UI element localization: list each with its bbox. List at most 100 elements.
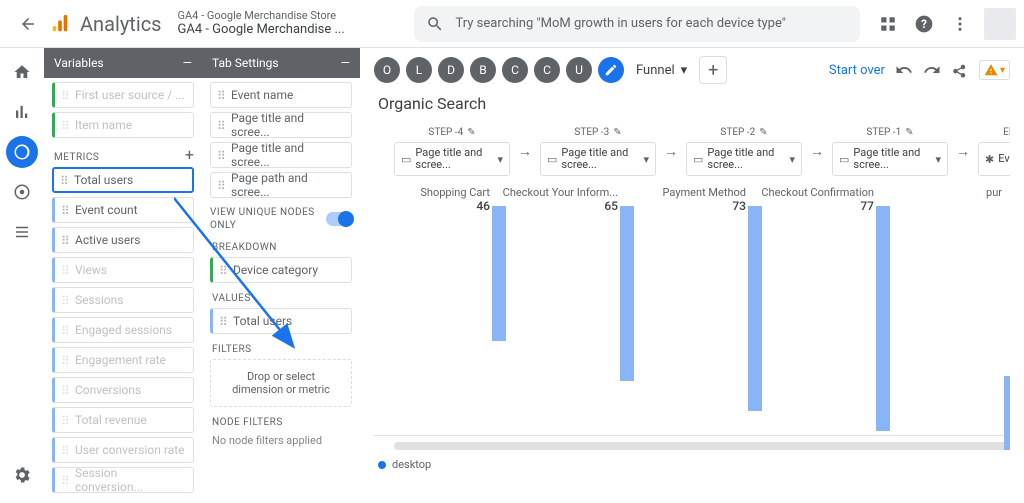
metric-chip[interactable]: ⠿Active users — [52, 227, 194, 253]
chevron-down-icon: ▾ — [643, 153, 649, 166]
funnel-bar: Shopping Cart46 — [374, 186, 502, 213]
arrow-right-icon: → — [518, 143, 532, 160]
unique-nodes-toggle[interactable] — [326, 212, 352, 226]
collapse-icon[interactable]: — — [183, 56, 192, 70]
metric-chip-total-users[interactable]: ⠿Total users — [52, 167, 194, 193]
add-tab-button[interactable]: + — [699, 56, 727, 84]
page-icon: ▭ — [693, 153, 703, 166]
filters-label: FILTERS — [212, 344, 352, 355]
dimension-chip[interactable]: ⠿Item name — [52, 112, 194, 138]
node-filters-label: NODE FILTERS — [212, 417, 352, 428]
pencil-icon[interactable]: ✎ — [613, 127, 621, 138]
svg-text:?: ? — [921, 17, 927, 31]
step-selector[interactable]: ▭Page title and scree...▾ — [540, 142, 656, 176]
segment-button[interactable]: U — [566, 57, 592, 83]
funnel-bar: Checkout Your Inform...65 — [502, 186, 630, 213]
bar-value: 77 — [758, 199, 886, 213]
bar-rect — [748, 206, 762, 411]
redo-icon[interactable] — [923, 61, 941, 79]
property-selector[interactable]: GA4 - Google Merchandise Store GA4 - Goo… — [178, 9, 398, 38]
bar-value: 46 — [374, 199, 502, 213]
metric-chip[interactable]: ⠿Session conversion... — [52, 467, 194, 493]
step-selector[interactable]: ▭Page title and scree...▾ — [394, 142, 510, 176]
filter-dropzone[interactable]: Drop or select dimension or metric — [210, 359, 352, 407]
dimension-chip[interactable]: ⠿First user source / ... — [52, 82, 194, 108]
arrow-right-icon: → — [664, 143, 678, 160]
segment-button[interactable]: D — [438, 57, 464, 83]
search-placeholder: Try searching "MoM growth in users for e… — [456, 16, 786, 31]
legend-dot — [378, 461, 386, 469]
bar-category-label: Checkout Confirmation — [758, 186, 886, 199]
workspace-icon[interactable] — [876, 12, 900, 36]
nav-admin-icon[interactable] — [6, 459, 38, 491]
metric-chip[interactable]: ⠿Event count — [52, 197, 194, 223]
node-chip[interactable]: ⠿Page title and scree... — [210, 112, 352, 138]
metric-chip[interactable]: ⠿Engagement rate — [52, 347, 194, 373]
variables-title: Variables — [54, 56, 104, 70]
nav-explore-icon[interactable] — [6, 136, 38, 168]
step-selector[interactable]: ▭Page title and scree...▾ — [686, 142, 802, 176]
more-menu-icon[interactable] — [948, 12, 972, 36]
pencil-icon[interactable]: ✎ — [905, 127, 913, 138]
nav-reports-icon[interactable] — [6, 96, 38, 128]
edit-icon[interactable] — [598, 57, 624, 83]
exploration-title: Organic Search — [378, 94, 1010, 113]
nav-configure-icon[interactable] — [6, 216, 38, 248]
metric-chip[interactable]: ⠿Conversions — [52, 377, 194, 403]
bar-rect — [1004, 376, 1010, 450]
values-chip[interactable]: ⠿Total users — [210, 308, 352, 334]
sampling-warning-icon[interactable]: ▾ — [979, 60, 1010, 80]
metric-chip[interactable]: ⠿User conversion rate — [52, 437, 194, 463]
page-icon: ▭ — [547, 153, 557, 166]
bar-category-label: Shopping Cart — [374, 186, 502, 199]
add-metric-button[interactable]: + — [185, 145, 194, 164]
node-chip[interactable]: ⠿Page path and scree... — [210, 172, 352, 198]
collapse-icon[interactable]: — — [341, 56, 350, 70]
legend: desktop — [378, 458, 1010, 471]
pencil-icon[interactable]: ✎ — [467, 127, 475, 138]
horizontal-scrollbar[interactable] — [394, 442, 1010, 450]
breakdown-chip[interactable]: ⠿Device category — [210, 257, 352, 283]
bar-rect — [620, 206, 634, 381]
undo-icon[interactable] — [895, 61, 913, 79]
segment-button[interactable]: L — [406, 57, 432, 83]
technique-dropdown[interactable]: Funnel ▾ — [630, 61, 693, 80]
property-account: GA4 - Google Merchandise Store — [178, 9, 398, 22]
node-chip[interactable]: ⠿Page title and scree... — [210, 142, 352, 168]
bar-category-label: pur — [886, 186, 1010, 199]
app-title: Analytics — [80, 12, 162, 36]
page-icon: ▭ — [839, 153, 849, 166]
step-selector[interactable]: ▭Page title and scree...▾ — [832, 142, 948, 176]
metric-chip[interactable]: ⠿Total revenue — [52, 407, 194, 433]
nav-advertising-icon[interactable] — [6, 176, 38, 208]
event-icon: ✱ — [985, 153, 994, 166]
bar-rect — [876, 206, 890, 431]
search-input[interactable]: Try searching "MoM growth in users for e… — [414, 6, 861, 42]
segment-button[interactable]: C — [502, 57, 528, 83]
bar-value: 73 — [630, 199, 758, 213]
pencil-icon[interactable]: ✎ — [759, 127, 767, 138]
bar-category-label: Payment Method — [630, 186, 758, 199]
nav-home-icon[interactable] — [6, 56, 38, 88]
metrics-section-label: METRICS — [54, 152, 99, 163]
metric-chip[interactable]: ⠿Views — [52, 257, 194, 283]
help-icon[interactable]: ? — [912, 12, 936, 36]
start-over-link[interactable]: Start over — [829, 63, 885, 78]
share-icon[interactable] — [951, 61, 969, 79]
search-icon — [426, 15, 444, 33]
segment-button[interactable]: C — [534, 57, 560, 83]
bar-category-label: Checkout Your Inform... — [502, 186, 630, 199]
avatar[interactable] — [984, 8, 1016, 40]
chevron-down-icon: ▾ — [789, 153, 795, 166]
metric-chip[interactable]: ⠿Engaged sessions — [52, 317, 194, 343]
step-selector[interactable]: ✱Event n — [978, 142, 1010, 176]
back-arrow[interactable] — [16, 12, 40, 36]
node-filters-text: No node filters applied — [210, 432, 352, 449]
bar-value: 65 — [502, 199, 630, 213]
segment-button[interactable]: B — [470, 57, 496, 83]
node-chip[interactable]: ⠿Event name — [210, 82, 352, 108]
chevron-down-icon: ▾ — [935, 153, 941, 166]
metric-chip[interactable]: ⠿Sessions — [52, 287, 194, 313]
segment-button[interactable]: O — [374, 57, 400, 83]
variables-panel-header: Variables — — [44, 48, 202, 78]
